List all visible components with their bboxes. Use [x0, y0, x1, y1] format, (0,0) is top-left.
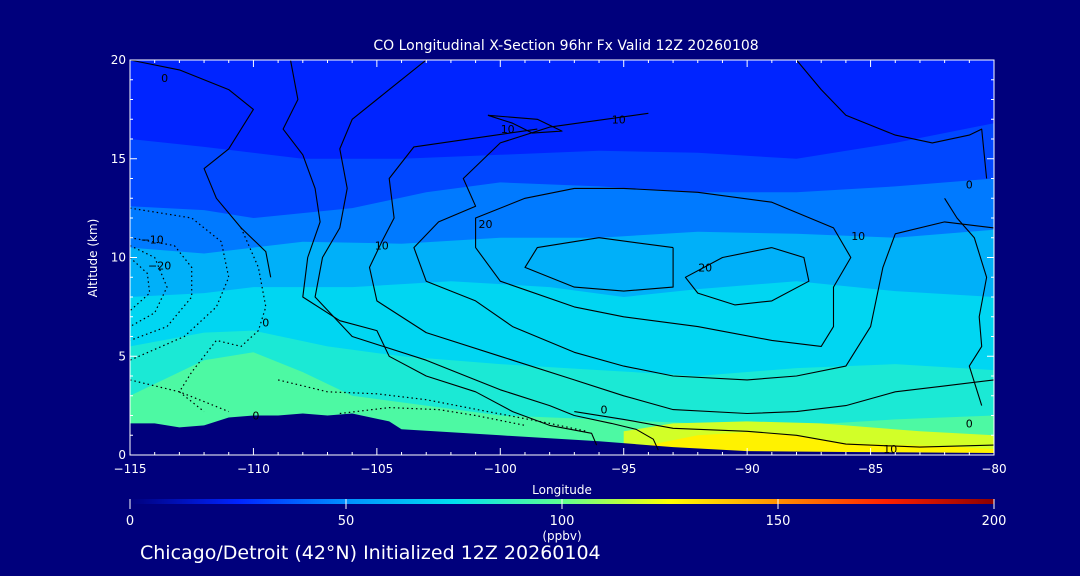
- contour-label-7: 10: [612, 113, 626, 126]
- x-tick-label: −95: [611, 462, 636, 476]
- x-tick-label: −85: [858, 462, 883, 476]
- contour-label-1: 10: [375, 240, 389, 253]
- contour-label-5: 0: [252, 410, 259, 423]
- contour-label-8: 10: [501, 123, 515, 136]
- contour-label-10: 20: [698, 261, 712, 274]
- colorbar: 0 50 100 150 200 (ppbv): [126, 499, 1007, 543]
- contour-label-4: 0: [262, 317, 269, 330]
- x-axis-label: Longitude: [532, 483, 592, 497]
- chart-title: CO Longitudinal X-Section 96hr Fx Valid …: [373, 38, 758, 54]
- contour-label-11: 10: [851, 230, 865, 243]
- contour-label-2: −10: [141, 234, 164, 247]
- y-tick-label: 10: [111, 251, 126, 265]
- colorbar-tick-label: 100: [550, 514, 575, 529]
- x-tick-label: −105: [360, 462, 393, 476]
- colorbar-tick-label: 0: [126, 514, 134, 529]
- colorbar-tick-label: 150: [766, 514, 791, 529]
- y-tick-label: 20: [111, 53, 126, 67]
- concentration-fill-layer: [130, 60, 994, 455]
- colorbar-tick-label: 50: [338, 514, 355, 529]
- colorbar-tick-label: 200: [982, 514, 1007, 529]
- y-tick-label: 0: [118, 448, 126, 462]
- y-tick-label: 15: [111, 152, 126, 166]
- co-cross-section-chart: 010−10−2000 010102020100010 −115 −110 −105−…: [86, 38, 1007, 543]
- y-axis-label: Altitude (km): [86, 219, 100, 298]
- contour-label-0: 0: [161, 72, 168, 85]
- colorbar-label: (ppbv): [542, 529, 581, 543]
- footer-caption: Chicago/Detroit (42°N) Initialized 12Z 2…: [140, 542, 601, 564]
- x-tick-label: −115: [114, 462, 147, 476]
- x-tick-label: −100: [484, 462, 517, 476]
- contour-label-12: 0: [966, 178, 973, 191]
- contour-label-6: 0: [601, 404, 608, 417]
- x-tick-label: −90: [734, 462, 759, 476]
- y-tick-label: 5: [118, 349, 126, 363]
- x-tick-label: −110: [237, 462, 270, 476]
- contour-label-9: 20: [479, 218, 493, 231]
- x-tick-label: −80: [981, 462, 1006, 476]
- contour-label-3: −20: [148, 259, 171, 272]
- contour-label-13: 0: [966, 417, 973, 430]
